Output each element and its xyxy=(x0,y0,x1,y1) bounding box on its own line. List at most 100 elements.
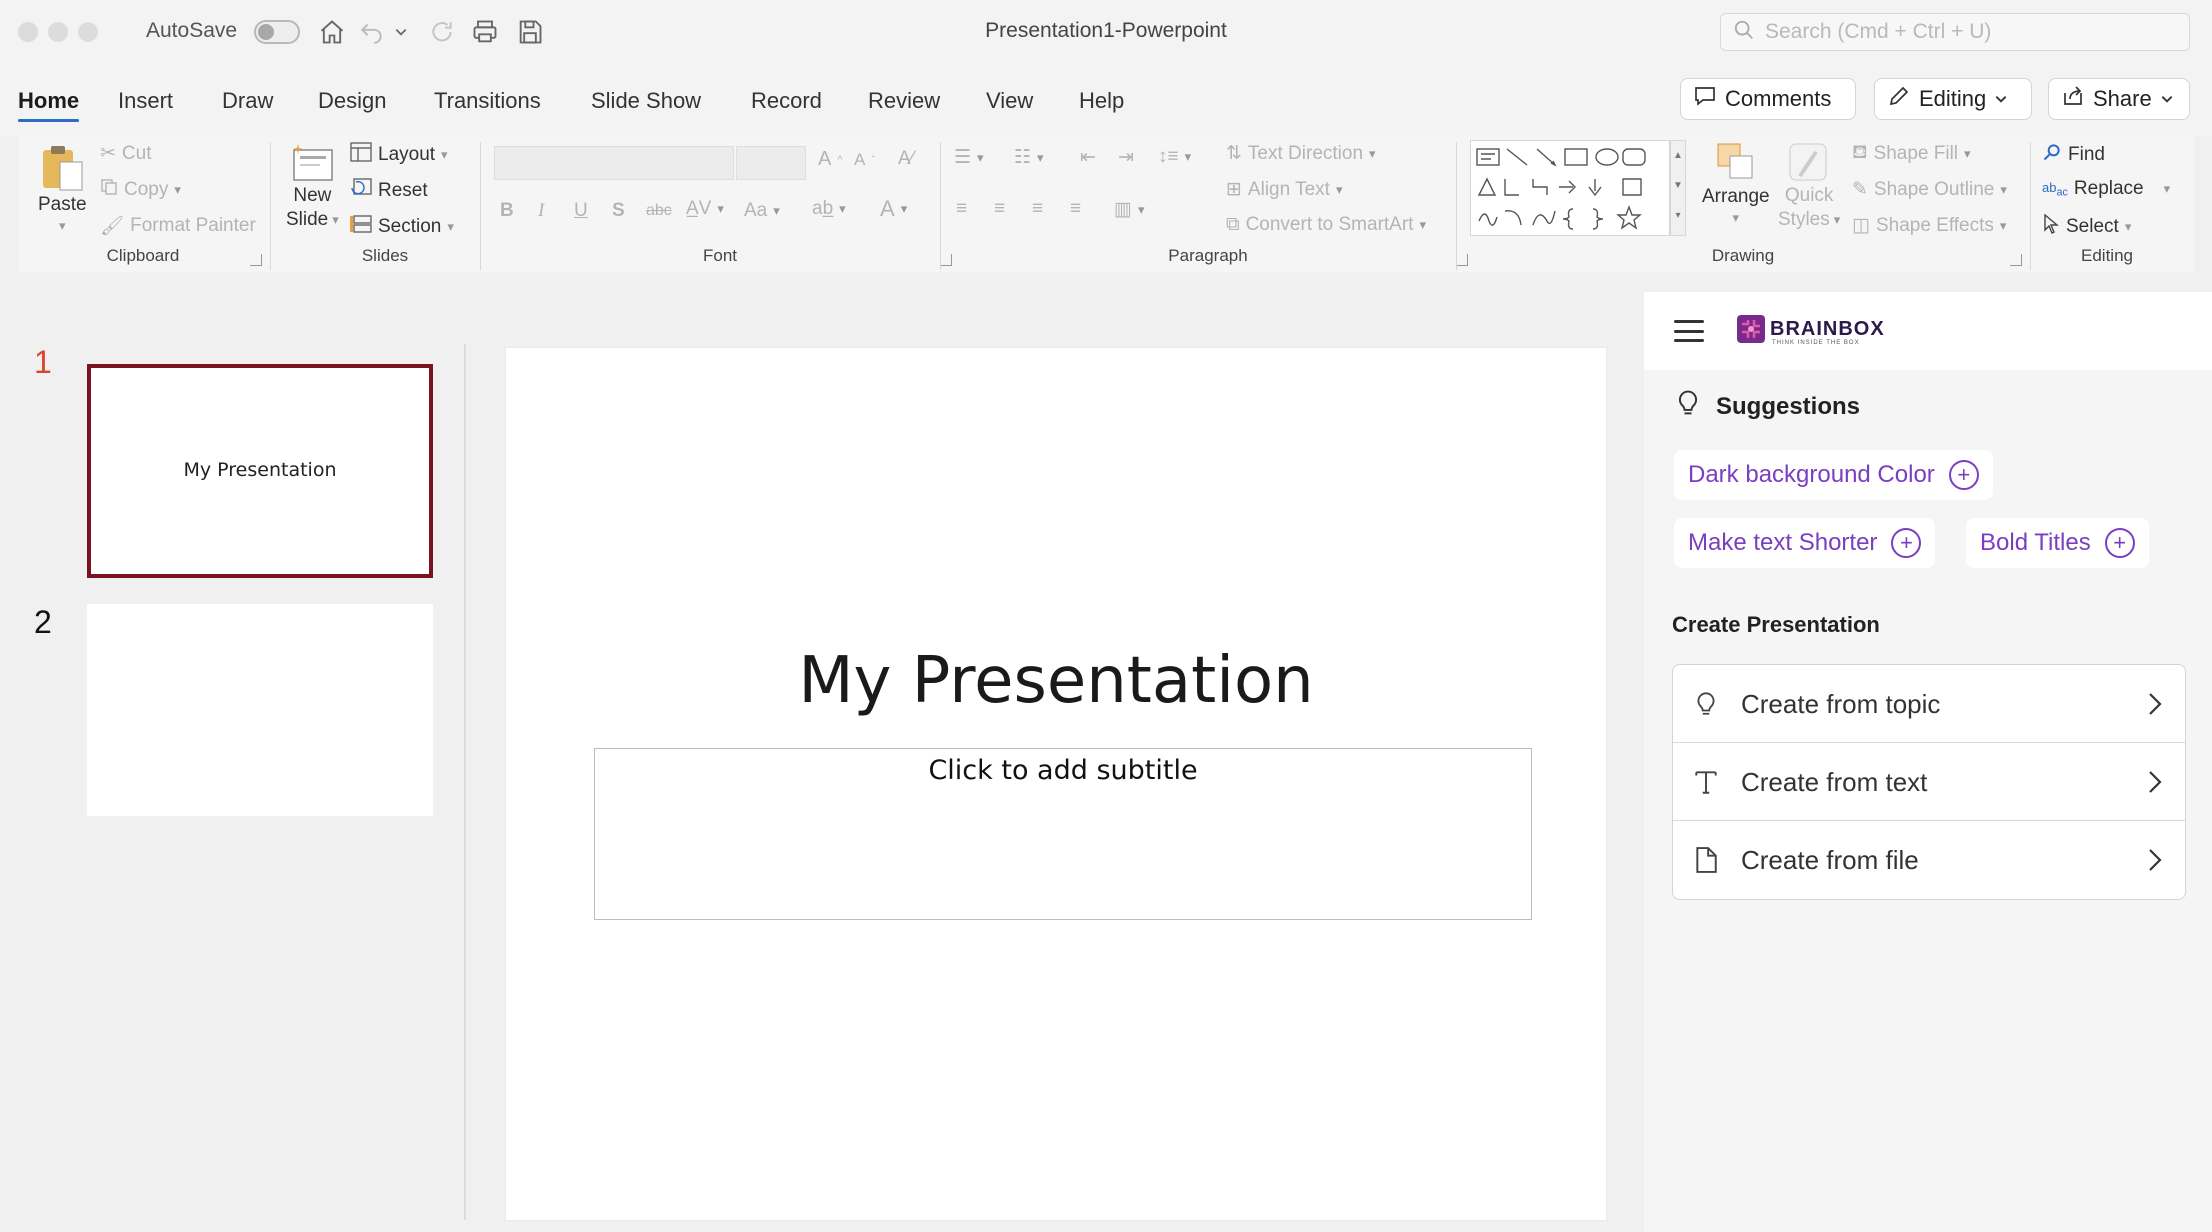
slide-number: 1 xyxy=(34,344,52,380)
replace-icon: abac xyxy=(2042,179,2068,199)
underline-icon[interactable]: U xyxy=(574,200,588,222)
minimize-window-button[interactable] xyxy=(48,22,68,42)
shrink-font-icon[interactable]: Aˇ xyxy=(854,150,875,170)
title-bar: AutoSave Presentation1-Powerpoint xyxy=(0,0,2212,62)
tab-help[interactable]: Help xyxy=(1079,88,1124,114)
strikethrough-icon[interactable]: abc xyxy=(646,202,672,220)
columns-icon[interactable]: ▥ ▾ xyxy=(1114,198,1144,221)
autosave-toggle[interactable] xyxy=(254,20,300,44)
suggestion-chip[interactable]: Dark background Color + xyxy=(1674,450,1993,500)
comment-icon xyxy=(1693,84,1717,114)
shape-outline-button[interactable]: ✎ Shape Outline ▾ xyxy=(1852,178,2007,201)
tab-design[interactable]: Design xyxy=(318,88,386,114)
create-from-file-button[interactable]: Create from file xyxy=(1673,821,2185,899)
tab-review[interactable]: Review xyxy=(868,88,940,114)
slide-thumbnail-2[interactable] xyxy=(87,604,433,816)
line-spacing-icon[interactable]: ↕≡ ▾ xyxy=(1158,146,1191,168)
tab-home[interactable]: Home xyxy=(18,88,80,122)
chevron-down-icon xyxy=(1994,86,2008,112)
workspace: 1 My Presentation 2 My Presentation Clic… xyxy=(0,292,1644,1232)
font-family-select[interactable] xyxy=(494,146,734,180)
quick-styles-button[interactable]: Quick Styles ▾ xyxy=(1778,140,1840,232)
editing-mode-button[interactable]: Editing xyxy=(1874,78,2032,120)
grow-font-icon[interactable]: A ^ xyxy=(818,148,843,171)
slides-group: New Slide ▾ Layout ▾ Reset Section ▾ Slid… xyxy=(272,136,498,272)
shape-fill-button[interactable]: ⛾ Shape Fill ▾ xyxy=(1852,142,1971,166)
save-icon[interactable] xyxy=(514,16,546,48)
change-case-icon[interactable]: Aa ▾ xyxy=(744,200,780,222)
slide-title-textbox[interactable]: My Presentation xyxy=(506,644,1606,718)
share-button[interactable]: Share xyxy=(2048,78,2190,120)
layout-button[interactable]: Layout ▾ xyxy=(350,142,448,168)
shapes-gallery[interactable] xyxy=(1470,140,1670,236)
italic-icon[interactable]: I xyxy=(538,200,544,222)
font-group: A ^ Aˇ A⁄ B I U S abc A̲V ▾ Aa ▾ ab̲ ▾ A … xyxy=(482,136,958,272)
zoom-window-button[interactable] xyxy=(78,22,98,42)
highlight-icon[interactable]: ab̲ ▾ xyxy=(812,198,846,220)
align-left-icon[interactable]: ≡ xyxy=(956,198,967,220)
home-icon[interactable] xyxy=(316,16,348,48)
dialog-launcher-icon[interactable] xyxy=(250,254,262,266)
editing-label: Editing xyxy=(1919,86,1987,111)
slide-thumbnail-1[interactable]: My Presentation xyxy=(87,364,433,578)
bold-icon[interactable]: B xyxy=(500,200,514,222)
align-text-button[interactable]: ⊞ Align Text ▾ xyxy=(1226,178,1342,201)
section-button[interactable]: Section ▾ xyxy=(350,214,454,240)
redo-icon[interactable] xyxy=(426,16,458,48)
search-input[interactable] xyxy=(1765,20,2165,44)
shadow-icon[interactable]: S xyxy=(612,200,625,222)
convert-smartart-button[interactable]: ⧉ Convert to SmartArt ▾ xyxy=(1226,214,1426,236)
dialog-launcher-icon[interactable] xyxy=(2010,254,2022,266)
tab-view[interactable]: View xyxy=(986,88,1033,114)
subtitle-placeholder[interactable]: Click to add subtitle xyxy=(594,748,1532,920)
copy-button[interactable]: Copy ▾ xyxy=(100,178,181,202)
cursor-arrow-icon xyxy=(2042,213,2060,240)
clear-formatting-icon[interactable]: A⁄ xyxy=(898,148,914,170)
select-button[interactable]: Select ▾ xyxy=(2042,213,2131,240)
tab-insert[interactable]: Insert xyxy=(118,88,173,114)
justify-icon[interactable]: ≡ xyxy=(1070,198,1081,220)
print-icon[interactable] xyxy=(469,16,501,48)
shape-effects-button[interactable]: ◫ Shape Effects ▾ xyxy=(1852,214,2006,237)
tab-transitions[interactable]: Transitions xyxy=(434,88,541,114)
align-center-icon[interactable]: ≡ xyxy=(994,198,1005,220)
bullets-icon[interactable]: ☰ ▾ xyxy=(954,146,984,169)
lightbulb-icon xyxy=(1689,687,1723,721)
format-painter-button[interactable]: 🖌 Format Painter xyxy=(100,214,256,238)
character-spacing-icon[interactable]: A̲V ▾ xyxy=(686,198,724,220)
font-group-label: Font xyxy=(702,246,738,265)
search-box[interactable] xyxy=(1720,13,2190,51)
hamburger-menu-icon[interactable] xyxy=(1674,320,1704,342)
paste-button[interactable]: Paste ▾ xyxy=(38,144,87,234)
reset-icon xyxy=(350,178,372,204)
slide-canvas[interactable]: My Presentation Click to add subtitle xyxy=(506,348,1606,1220)
undo-icon[interactable] xyxy=(356,16,388,48)
pencil-icon xyxy=(1887,84,1911,114)
cut-button[interactable]: ✂ Cut xyxy=(100,142,152,165)
shapes-gallery-scroll[interactable]: ▲ ▼ ▾ xyxy=(1670,140,1686,236)
tab-record[interactable]: Record xyxy=(751,88,822,114)
replace-button[interactable]: abac Replace ▾ xyxy=(2042,178,2170,200)
suggestion-chip[interactable]: Make text Shorter + xyxy=(1674,518,1936,568)
increase-indent-icon[interactable]: ⇥ xyxy=(1118,146,1134,169)
create-from-text-button[interactable]: Create from text xyxy=(1673,743,2185,821)
tab-draw[interactable]: Draw xyxy=(222,88,273,114)
decrease-indent-icon[interactable]: ⇤ xyxy=(1080,146,1096,169)
comments-button[interactable]: Comments xyxy=(1680,78,1856,120)
align-right-icon[interactable]: ≡ xyxy=(1032,198,1043,220)
reset-button[interactable]: Reset xyxy=(350,178,428,204)
suggestion-chip[interactable]: Bold Titles + xyxy=(1966,518,2149,568)
text-direction-button[interactable]: ⇅ Text Direction ▾ xyxy=(1226,142,1376,165)
font-size-select[interactable] xyxy=(736,146,806,180)
thumbnail-pane-divider[interactable] xyxy=(464,344,466,1220)
close-window-button[interactable] xyxy=(18,22,38,42)
tab-slide-show[interactable]: Slide Show xyxy=(591,88,701,114)
new-slide-button[interactable]: New Slide ▾ xyxy=(286,142,339,232)
drawing-group: ▲ ▼ ▾ Arrange ▾ Quick Styles ▾ ⛾ Shape Fill… xyxy=(1458,136,2028,272)
undo-dropdown-chevron-icon[interactable] xyxy=(390,16,412,48)
numbering-icon[interactable]: ☷ ▾ xyxy=(1014,146,1044,169)
font-color-icon[interactable]: A ▾ xyxy=(880,196,907,222)
create-from-topic-button[interactable]: Create from topic xyxy=(1673,665,2185,743)
arrange-button[interactable]: Arrange ▾ xyxy=(1702,140,1770,226)
find-button[interactable]: Find xyxy=(2042,142,2105,168)
